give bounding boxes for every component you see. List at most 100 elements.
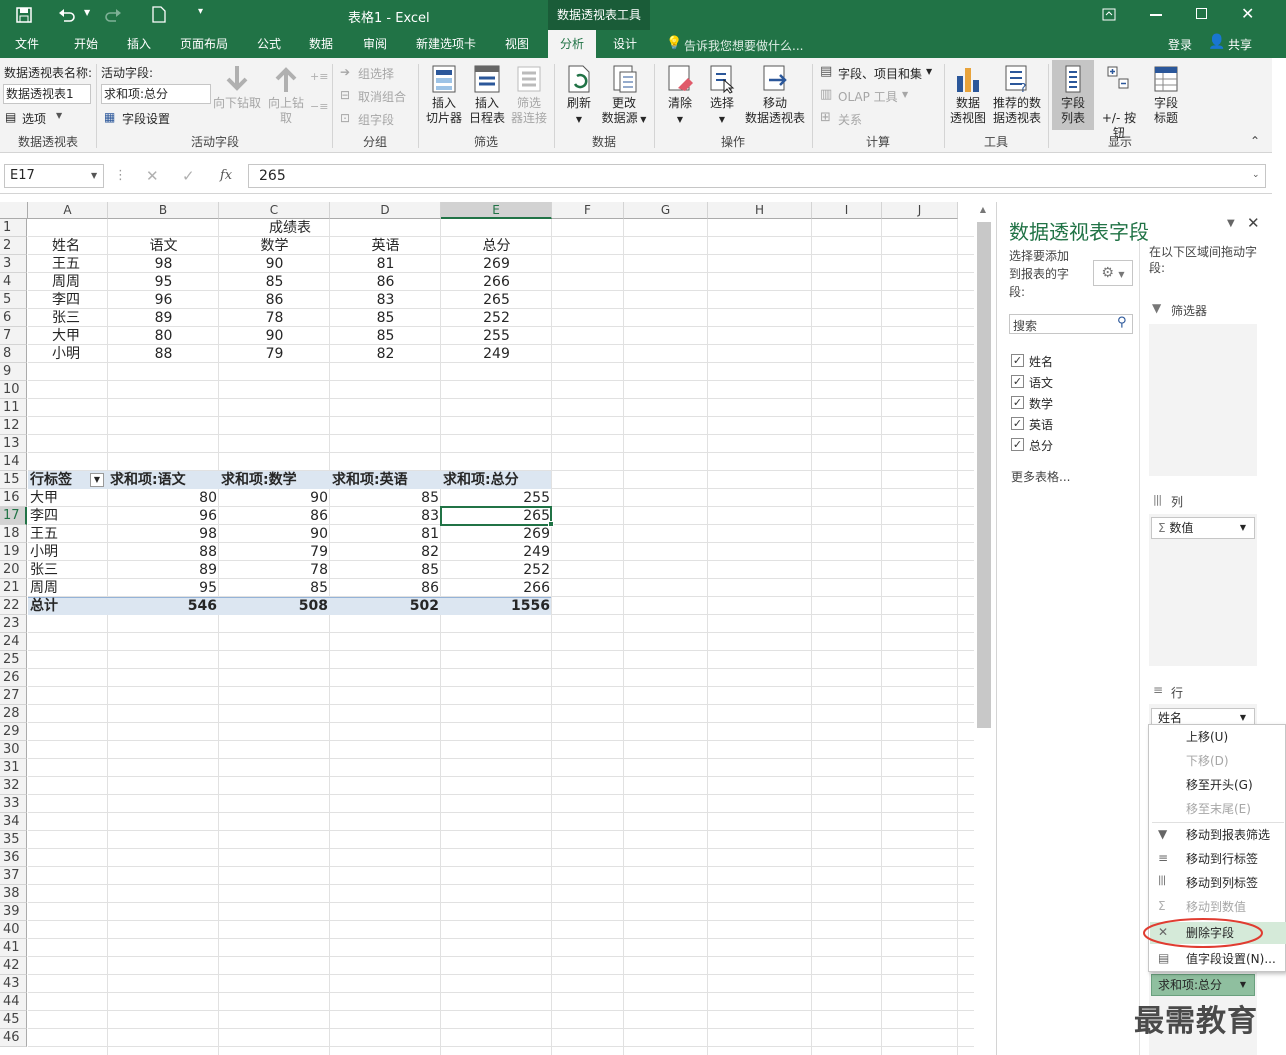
data-cell[interactable]: 86: [221, 291, 328, 309]
column-header-a[interactable]: A: [28, 202, 108, 219]
values-chip[interactable]: Σ 数值 ▼: [1151, 517, 1255, 539]
scrollbar-thumb[interactable]: [977, 222, 991, 728]
pivot-cell[interactable]: 周周: [30, 579, 106, 597]
row-header-1[interactable]: 1: [0, 219, 27, 237]
chevron-down-icon[interactable]: ▼: [56, 111, 62, 120]
column-header-j[interactable]: J: [882, 202, 958, 219]
row-header-3[interactable]: 3: [0, 255, 27, 273]
header-cell[interactable]: 英语: [332, 237, 439, 255]
pivot-cell[interactable]: 85: [332, 489, 439, 507]
active-field-input[interactable]: 求和项:总分: [101, 84, 211, 104]
data-cell[interactable]: 78: [221, 309, 328, 327]
pivot-cell[interactable]: 王五: [30, 525, 106, 543]
field-checkbox[interactable]: ✓: [1011, 396, 1024, 409]
data-cell[interactable]: 85: [221, 273, 328, 291]
worksheet-grid[interactable]: ABCDEFGHIJ 1 2 3 4 5 6 7 8 9 10 11 12 13 14 15 16 17 18 19…: [0, 202, 974, 1055]
new-file-icon[interactable]: [152, 6, 166, 23]
fill-handle[interactable]: [548, 521, 554, 527]
row-header-18[interactable]: 18: [0, 525, 27, 543]
data-cell[interactable]: 王五: [30, 255, 106, 273]
field-label[interactable]: 英语: [1029, 416, 1053, 433]
tab-view[interactable]: 视图: [496, 30, 538, 58]
maximize-icon[interactable]: [1196, 8, 1207, 19]
pivot-total-cell[interactable]: 508: [221, 597, 328, 615]
row-header-43[interactable]: 43: [0, 975, 27, 993]
data-cell[interactable]: 90: [221, 255, 328, 273]
pivot-cell[interactable]: 79: [221, 543, 328, 561]
pivot-header-cell[interactable]: 求和项:总分: [443, 471, 550, 489]
data-cell[interactable]: 83: [332, 291, 439, 309]
pane-close-icon[interactable]: ✕: [1247, 214, 1260, 232]
data-cell[interactable]: 82: [332, 345, 439, 363]
pivot-cell[interactable]: 86: [332, 579, 439, 597]
options-button[interactable]: 选项: [22, 110, 46, 127]
value-field-chip[interactable]: 求和项:总分 ▼: [1151, 974, 1255, 996]
data-cell[interactable]: 张三: [30, 309, 106, 327]
data-cell[interactable]: 249: [443, 345, 550, 363]
row-header-8[interactable]: 8: [0, 345, 27, 363]
data-cell[interactable]: 85: [332, 327, 439, 345]
row-header-26[interactable]: 26: [0, 669, 27, 687]
data-cell[interactable]: 252: [443, 309, 550, 327]
data-cell[interactable]: 255: [443, 327, 550, 345]
row-header-7[interactable]: 7: [0, 327, 27, 345]
field-search-input[interactable]: 搜索: [1009, 314, 1133, 334]
column-header-f[interactable]: F: [552, 202, 624, 219]
data-cell[interactable]: 88: [110, 345, 217, 363]
row-header-19[interactable]: 19: [0, 543, 27, 561]
pivotchart-button[interactable]: 数据 透视图: [948, 64, 988, 126]
row-header-45[interactable]: 45: [0, 1011, 27, 1029]
data-cell[interactable]: 81: [332, 255, 439, 273]
row-header-29[interactable]: 29: [0, 723, 27, 741]
row-header-21[interactable]: 21: [0, 579, 27, 597]
row-header-17[interactable]: 17: [0, 507, 27, 525]
tab-home[interactable]: 开始: [64, 30, 108, 58]
pivot-header-cell[interactable]: 求和项:英语: [332, 471, 439, 489]
tab-formulas[interactable]: 公式: [248, 30, 290, 58]
header-cell[interactable]: 总分: [443, 237, 550, 255]
fields-items-sets-button[interactable]: 字段、项目和集: [838, 65, 922, 82]
field-settings-button[interactable]: 字段设置: [122, 110, 170, 127]
pivot-cell[interactable]: 张三: [30, 561, 106, 579]
pivot-cell[interactable]: 大甲: [30, 489, 106, 507]
row-header-35[interactable]: 35: [0, 831, 27, 849]
pivot-cell[interactable]: 85: [332, 561, 439, 579]
tab-analyze[interactable]: 分析: [548, 30, 596, 58]
pivot-cell[interactable]: 95: [110, 579, 217, 597]
pivot-cell[interactable]: 89: [110, 561, 217, 579]
move-to-rows-item[interactable]: 移动到行标签: [1150, 847, 1286, 871]
row-header-2[interactable]: 2: [0, 237, 27, 255]
header-cell[interactable]: 数学: [221, 237, 328, 255]
pane-options-icon[interactable]: ▼: [1227, 218, 1235, 229]
pivot-total-cell[interactable]: 总计: [30, 597, 106, 615]
name-box[interactable]: E17: [4, 164, 104, 188]
tab-insert[interactable]: 插入: [118, 30, 160, 58]
pivot-cell[interactable]: 81: [332, 525, 439, 543]
data-cell[interactable]: 266: [443, 273, 550, 291]
header-cell[interactable]: 语文: [110, 237, 217, 255]
row-header-11[interactable]: 11: [0, 399, 27, 417]
tab-review[interactable]: 审阅: [354, 30, 396, 58]
data-cell[interactable]: 265: [443, 291, 550, 309]
column-header-i[interactable]: I: [812, 202, 882, 219]
plus-minus-buttons[interactable]: +/- 按钮: [1096, 64, 1142, 141]
data-cell[interactable]: 李四: [30, 291, 106, 309]
pivot-cell[interactable]: 249: [443, 543, 550, 561]
row-header-13[interactable]: 13: [0, 435, 27, 453]
gear-icon[interactable]: ⚙ ▼: [1093, 260, 1133, 286]
row-header-20[interactable]: 20: [0, 561, 27, 579]
data-cell[interactable]: 80: [110, 327, 217, 345]
pivot-cell[interactable]: 88: [110, 543, 217, 561]
data-cell[interactable]: 周周: [30, 273, 106, 291]
pivot-header-cell[interactable]: 求和项:语文: [110, 471, 217, 489]
pivot-cell[interactable]: 85: [221, 579, 328, 597]
name-box-dropdown-icon[interactable]: ▼: [91, 171, 97, 180]
field-list-button[interactable]: 字段 列表: [1052, 64, 1094, 126]
pivot-cell[interactable]: 78: [221, 561, 328, 579]
data-cell[interactable]: 85: [332, 309, 439, 327]
row-header-24[interactable]: 24: [0, 633, 27, 651]
selected-cell-e17[interactable]: [440, 506, 552, 526]
clear-button[interactable]: 清除 ▼: [660, 64, 700, 127]
pivot-name-input[interactable]: 数据透视表1: [3, 84, 91, 104]
data-cell[interactable]: 95: [110, 273, 217, 291]
